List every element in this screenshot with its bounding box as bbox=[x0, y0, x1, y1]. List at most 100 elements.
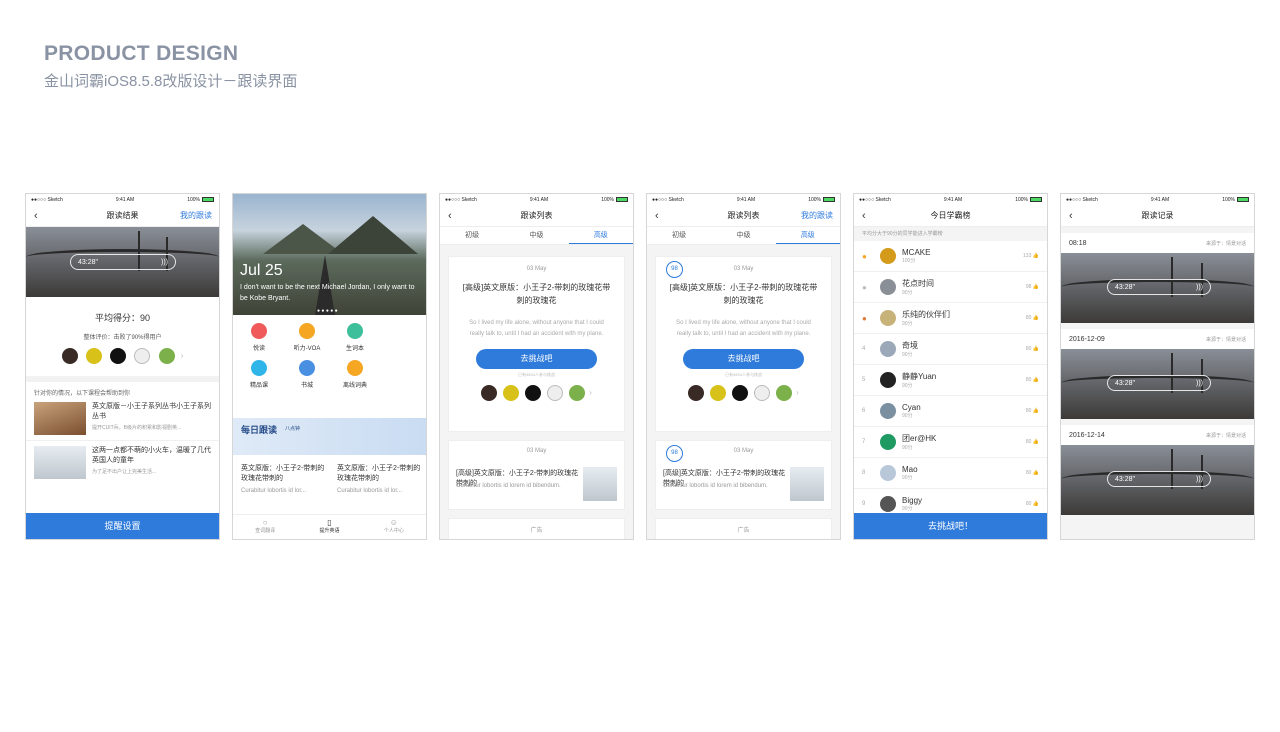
user-name-block: Biggy 90分 bbox=[902, 496, 1026, 512]
audio-cover-image: 43:28"))) bbox=[1061, 445, 1254, 515]
article-card[interactable]: 英文原版：小王子2-带刺的玫瑰花带刺的 Curabitur lobortis i… bbox=[241, 464, 325, 494]
avatar-row[interactable]: › bbox=[26, 348, 219, 364]
my-follow-link[interactable]: 我的跟读 bbox=[801, 205, 833, 227]
grid-item-offline-dict[interactable]: 离线词典 bbox=[331, 360, 379, 389]
table-row[interactable]: 4 奇境 90分 80 👍 bbox=[854, 334, 1047, 365]
duration-label: 43:28" bbox=[1115, 475, 1136, 483]
tab-advanced[interactable]: 高级 bbox=[775, 227, 840, 244]
table-row[interactable]: ● 花点时间 90分 98 👍 bbox=[854, 272, 1047, 303]
go-challenge-button[interactable]: 去挑战吧！ bbox=[854, 513, 1047, 539]
list-item[interactable]: 这两一点都不萌的小火车，温暖了几代英国人的童年 为了足不出户让上完美生活... bbox=[26, 441, 219, 484]
challenge-card[interactable]: 98 03 May [高级]英文原版：小王子2-带刺的玫瑰花带刺的玫瑰花 So … bbox=[655, 256, 832, 432]
tab-lookup[interactable]: ○ 查词翻译 bbox=[233, 515, 297, 539]
grid-item-course[interactable]: 精品课 bbox=[235, 360, 283, 389]
ranking-tip: 平均分大于90分的同学能进入学霸榜 bbox=[854, 227, 1047, 241]
clock: 9:41 AM bbox=[115, 196, 135, 203]
list-item[interactable]: 英文原版－小王子系列丛书小王子系列丛书 提开CUIT兵，B级片的积累和影视剧英.… bbox=[26, 397, 219, 441]
audio-player[interactable]: 43:28"))) bbox=[1107, 375, 1211, 391]
tab-beginner[interactable]: 初级 bbox=[647, 227, 711, 244]
ad-card[interactable]: 广告 bbox=[655, 518, 832, 539]
like-count[interactable]: 133 👍 bbox=[1023, 253, 1039, 259]
audio-player[interactable]: 43:28"))) bbox=[1107, 279, 1211, 295]
rank-number: 5 bbox=[862, 377, 866, 383]
like-count[interactable]: 80 👍 bbox=[1026, 346, 1039, 352]
page-title: PRODUCT DESIGN bbox=[44, 42, 239, 65]
like-count[interactable]: 98 👍 bbox=[1026, 284, 1039, 290]
audio-player[interactable]: 43:28"))) bbox=[1107, 471, 1211, 487]
challenge-card[interactable]: 03 May [高级]英文原版：小王子2-带刺的玫瑰花带刺的玫瑰花 So I l… bbox=[448, 256, 625, 432]
like-count[interactable]: 80 👍 bbox=[1026, 470, 1039, 476]
user-score: 90分 bbox=[902, 352, 913, 358]
grid-item-read[interactable]: 悦读 bbox=[235, 323, 283, 352]
tab-bar: ○ 查词翻译 ▯ 提升英语 ☺ 个人中心 bbox=[233, 514, 426, 539]
grid-item-bookstore[interactable]: 书城 bbox=[283, 360, 331, 389]
carousel-dots[interactable]: ● ● ● ● ● bbox=[317, 308, 338, 314]
rank-number: 7 bbox=[862, 439, 866, 445]
audio-player[interactable]: 43:28" ))) bbox=[70, 254, 176, 270]
rank-number: 8 bbox=[862, 470, 866, 476]
back-arrow-icon[interactable]: ‹ bbox=[655, 205, 659, 227]
my-follow-link[interactable]: 我的跟读 bbox=[180, 205, 212, 227]
user-name: 乐纯的伙伴们 bbox=[902, 310, 950, 319]
table-row[interactable]: ● MCAKE 100分 133 👍 bbox=[854, 241, 1047, 272]
tab-intermediate[interactable]: 中级 bbox=[711, 227, 775, 244]
sound-wave-icon: ))) bbox=[1196, 283, 1203, 291]
course-title: 英文原版－小王子系列丛书小王子系列丛书 bbox=[92, 403, 211, 420]
nav-title: 跟读结果 bbox=[106, 211, 139, 220]
nav-bar: ‹ 今日学霸榜 bbox=[854, 205, 1047, 227]
back-arrow-icon[interactable]: ‹ bbox=[1069, 205, 1073, 227]
book-icon bbox=[251, 323, 267, 339]
books-icon bbox=[299, 360, 315, 376]
article-card[interactable]: 英文原版：小王子2-带刺的玫瑰花带刺的 Curabitur lobortis i… bbox=[337, 464, 421, 494]
record-item[interactable]: 2016-12-09 来源于：情景对话 43:28"))) bbox=[1061, 329, 1254, 419]
article-card[interactable]: 03 May [高级]英文原版：小王子2-带刺的玫瑰花带刺的 Curabitur… bbox=[448, 440, 625, 510]
back-arrow-icon[interactable]: ‹ bbox=[34, 205, 38, 227]
challenge-button[interactable]: 去挑战吧 bbox=[476, 349, 597, 369]
record-item[interactable]: 2016-12-14 来源于：情景对话 43:28"))) bbox=[1061, 425, 1254, 515]
avatar-row[interactable]: › bbox=[656, 385, 831, 401]
course-thumbnail bbox=[34, 446, 86, 479]
user-name: Mao bbox=[902, 465, 918, 474]
screen-follow-list: ●●○○○ Sketch 9:41 AM 100% ‹ 跟读列表 初级 中级 高级 0… bbox=[439, 193, 634, 540]
reminder-settings-button[interactable]: 提醒设置 bbox=[26, 513, 219, 539]
like-count[interactable]: 80 👍 bbox=[1026, 315, 1039, 321]
nav-bar: ‹ 跟读结果 我的跟读 bbox=[26, 205, 219, 227]
grid-item-voa[interactable]: 听力-VOA bbox=[283, 323, 331, 352]
avatar-row[interactable]: › bbox=[449, 385, 624, 401]
back-arrow-icon[interactable]: ‹ bbox=[448, 205, 452, 227]
tab-intermediate[interactable]: 中级 bbox=[504, 227, 568, 244]
article-desc: Curabitur lobortis id lor... bbox=[337, 488, 403, 494]
tab-advanced[interactable]: 高级 bbox=[568, 227, 633, 244]
table-row[interactable]: ● 乐纯的伙伴们 90分 80 👍 bbox=[854, 303, 1047, 334]
tab-improve[interactable]: ▯ 提升英语 bbox=[297, 515, 361, 539]
table-row[interactable]: 6 Cyan 90分 80 👍 bbox=[854, 396, 1047, 427]
record-item[interactable]: 08:18 来源于：情景对话 43:28"))) bbox=[1061, 233, 1254, 323]
daily-follow-banner[interactable]: 每日跟读 八点钟 bbox=[233, 418, 426, 455]
user-name: MCAKE bbox=[902, 248, 931, 257]
like-count[interactable]: 80 👍 bbox=[1026, 439, 1039, 445]
like-count[interactable]: 80 👍 bbox=[1026, 408, 1039, 414]
table-row[interactable]: 7 团er@HK 90分 80 👍 bbox=[854, 427, 1047, 458]
user-name-block: Mao 90分 bbox=[902, 465, 1026, 481]
tab-profile[interactable]: ☺ 个人中心 bbox=[362, 515, 426, 539]
grid-item-vocab[interactable]: 生词本 bbox=[331, 323, 379, 352]
tab-beginner[interactable]: 初级 bbox=[440, 227, 504, 244]
status-bar: ●●○○○ Sketch 9:41 AM 100% bbox=[26, 194, 219, 205]
avatar bbox=[85, 348, 102, 364]
participants-count: 已有9894人参与挑战 bbox=[725, 372, 762, 377]
like-count[interactable]: 80 👍 bbox=[1026, 377, 1039, 383]
challenge-button[interactable]: 去挑战吧 bbox=[683, 349, 804, 369]
table-row[interactable]: 5 静静Yuan 90分 80 👍 bbox=[854, 365, 1047, 396]
back-arrow-icon[interactable]: ‹ bbox=[862, 205, 866, 227]
article-card[interactable]: 98 03 May [高级]英文原版：小王子2-带刺的玫瑰花带刺的 Curabi… bbox=[655, 440, 832, 510]
ad-card[interactable]: 广告 bbox=[448, 518, 625, 539]
overall-evaluation: 整体评价：击败了90%得用户 bbox=[83, 335, 162, 341]
duration-label: 43:28" bbox=[78, 258, 99, 266]
level-tabs: 初级 中级 高级 bbox=[647, 227, 840, 245]
table-row[interactable]: 8 Mao 90分 80 👍 bbox=[854, 458, 1047, 489]
like-count[interactable]: 80 👍 bbox=[1026, 501, 1039, 507]
avatar bbox=[158, 348, 175, 364]
nav-title: 跟读列表 bbox=[520, 211, 553, 220]
avatar bbox=[880, 372, 896, 388]
card-body: So I lived my life alone, without anyone… bbox=[676, 320, 811, 337]
